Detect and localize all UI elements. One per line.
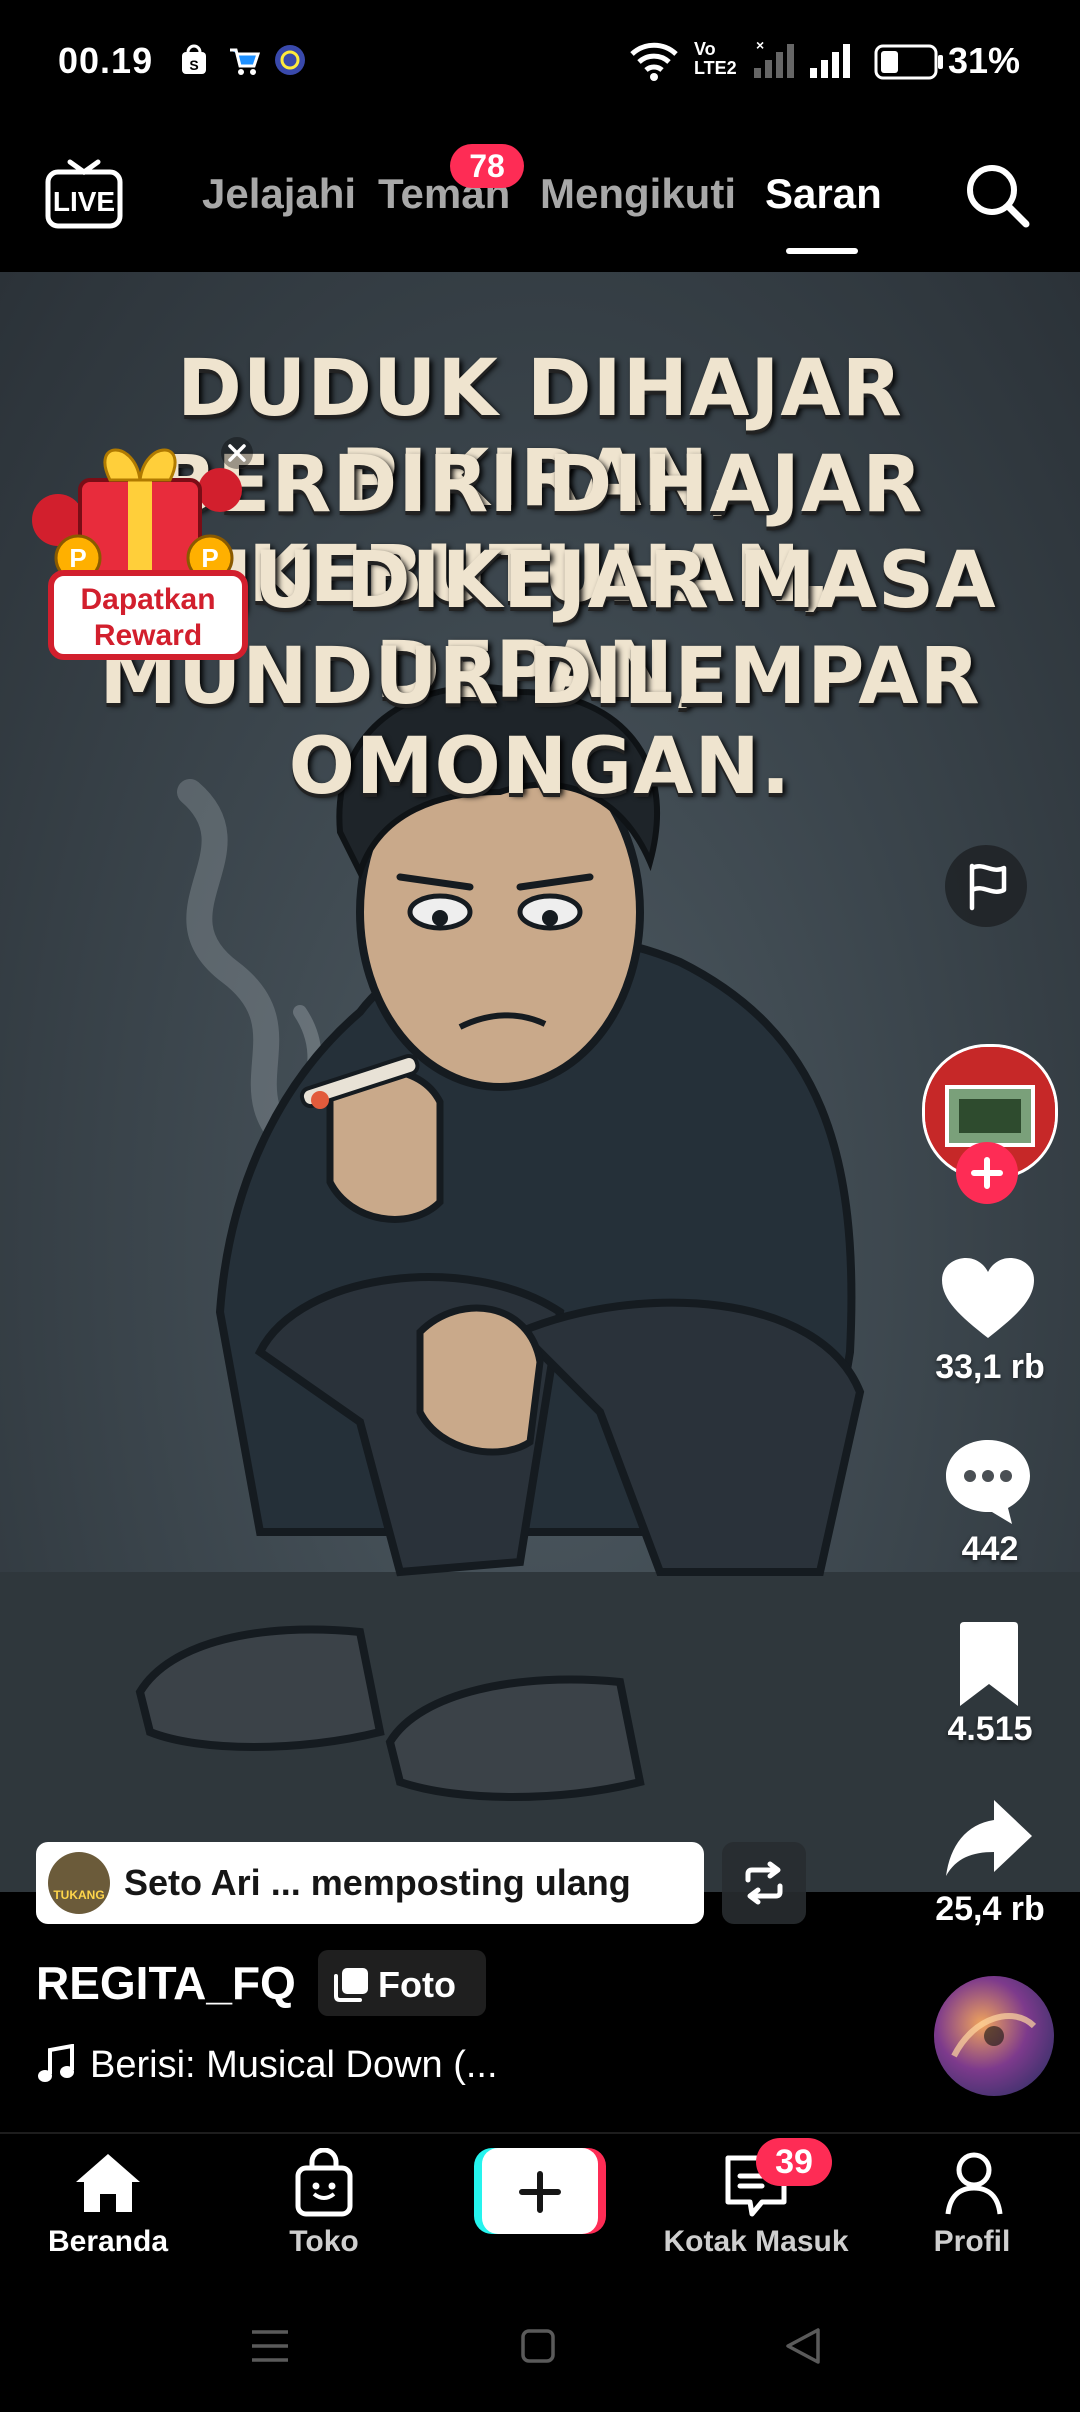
reposter-avatar-text: TUKANG <box>53 1888 105 1902</box>
comment-count: 442 <box>961 1530 1019 1568</box>
home-system-icon[interactable] <box>520 2328 556 2364</box>
music-disc[interactable] <box>934 1976 1054 2096</box>
live-label: LIVE <box>52 186 116 217</box>
music-title[interactable]: Berisi: Musical Down (... <box>90 2044 498 2087</box>
repost-button[interactable] <box>722 1842 806 1924</box>
svg-text:×: × <box>756 40 764 53</box>
nav-beranda[interactable]: Beranda <box>0 2225 218 2259</box>
music-disc-art <box>951 2013 1037 2058</box>
status-time: 00.19 <box>58 40 154 81</box>
close-reward-icon[interactable] <box>220 436 254 470</box>
nav-profil[interactable]: Profil <box>862 2225 1080 2259</box>
share-arrow-icon[interactable] <box>944 1796 1034 1880</box>
share-count: 25,4 rb <box>935 1890 1045 1928</box>
svg-text:P: P <box>201 543 218 573</box>
photo-icon <box>334 1968 368 2002</box>
shop-bag-icon[interactable] <box>292 2148 356 2218</box>
shopping-bag-notification-icon: S <box>182 44 206 74</box>
comment-bubble-icon[interactable] <box>942 1436 1034 1526</box>
inbox-badge: 39 <box>756 2138 832 2186</box>
nav-kotak-masuk[interactable]: Kotak Masuk <box>646 2225 866 2259</box>
wifi-icon <box>630 42 678 81</box>
signal-sim1-icon <box>810 44 850 78</box>
volte-label: Vo LTE2 <box>694 39 737 78</box>
save-count: 4.515 <box>947 1710 1033 1748</box>
nav-toko[interactable]: Toko <box>214 2225 434 2259</box>
svg-text:P: P <box>69 543 86 573</box>
svg-text:S: S <box>189 57 198 73</box>
active-tab-indicator <box>786 248 858 254</box>
repost-banner[interactable]: TUKANG Seto Ari ... memposting ulang <box>36 1842 704 1924</box>
app-notification-icon <box>275 45 305 75</box>
reward-label-line-2: Reward <box>93 619 203 652</box>
signal-sim2-icon: × <box>754 40 794 78</box>
post-type-badge: Foto <box>318 1950 486 2016</box>
post-type-label: Foto <box>378 1964 456 2005</box>
back-icon[interactable] <box>784 2326 824 2366</box>
home-icon[interactable] <box>72 2150 144 2216</box>
username[interactable]: REGITA_FQ <box>36 1956 296 2010</box>
search-icon[interactable] <box>962 160 1032 230</box>
live-button[interactable]: LIVE <box>44 158 124 230</box>
like-count: 33,1 rb <box>935 1348 1045 1386</box>
recent-apps-icon[interactable] <box>250 2328 290 2364</box>
tab-saran[interactable]: Saran <box>765 170 882 218</box>
follow-plus-icon[interactable] <box>954 1140 1020 1206</box>
status-bar: 00.19 S Vo LTE2 × 31% <box>0 0 1080 120</box>
reward-label-box: Dapatkan Reward <box>48 570 248 660</box>
battery-icon <box>874 44 943 80</box>
music-note-icon <box>38 2044 74 2082</box>
teman-badge: 78 <box>450 144 524 188</box>
repost-text: Seto Ari ... memposting ulang <box>124 1862 631 1903</box>
cart-notification-icon <box>230 48 261 75</box>
reposter-avatar: TUKANG <box>48 1852 110 1914</box>
profile-icon[interactable] <box>944 2150 1004 2218</box>
like-heart-icon[interactable] <box>940 1256 1036 1342</box>
bookmark-icon[interactable] <box>954 1620 1024 1710</box>
tab-mengikuti[interactable]: Mengikuti <box>540 170 736 218</box>
tab-jelajahi[interactable]: Jelajahi <box>202 170 356 218</box>
reward-label-line-1: Dapatkan <box>80 583 216 616</box>
battery-percent: 31% <box>948 40 1021 81</box>
repost-icon <box>745 1861 783 1905</box>
report-flag-icon[interactable] <box>944 844 1028 928</box>
plus-icon <box>519 2171 561 2213</box>
create-post-button[interactable] <box>474 2148 606 2234</box>
